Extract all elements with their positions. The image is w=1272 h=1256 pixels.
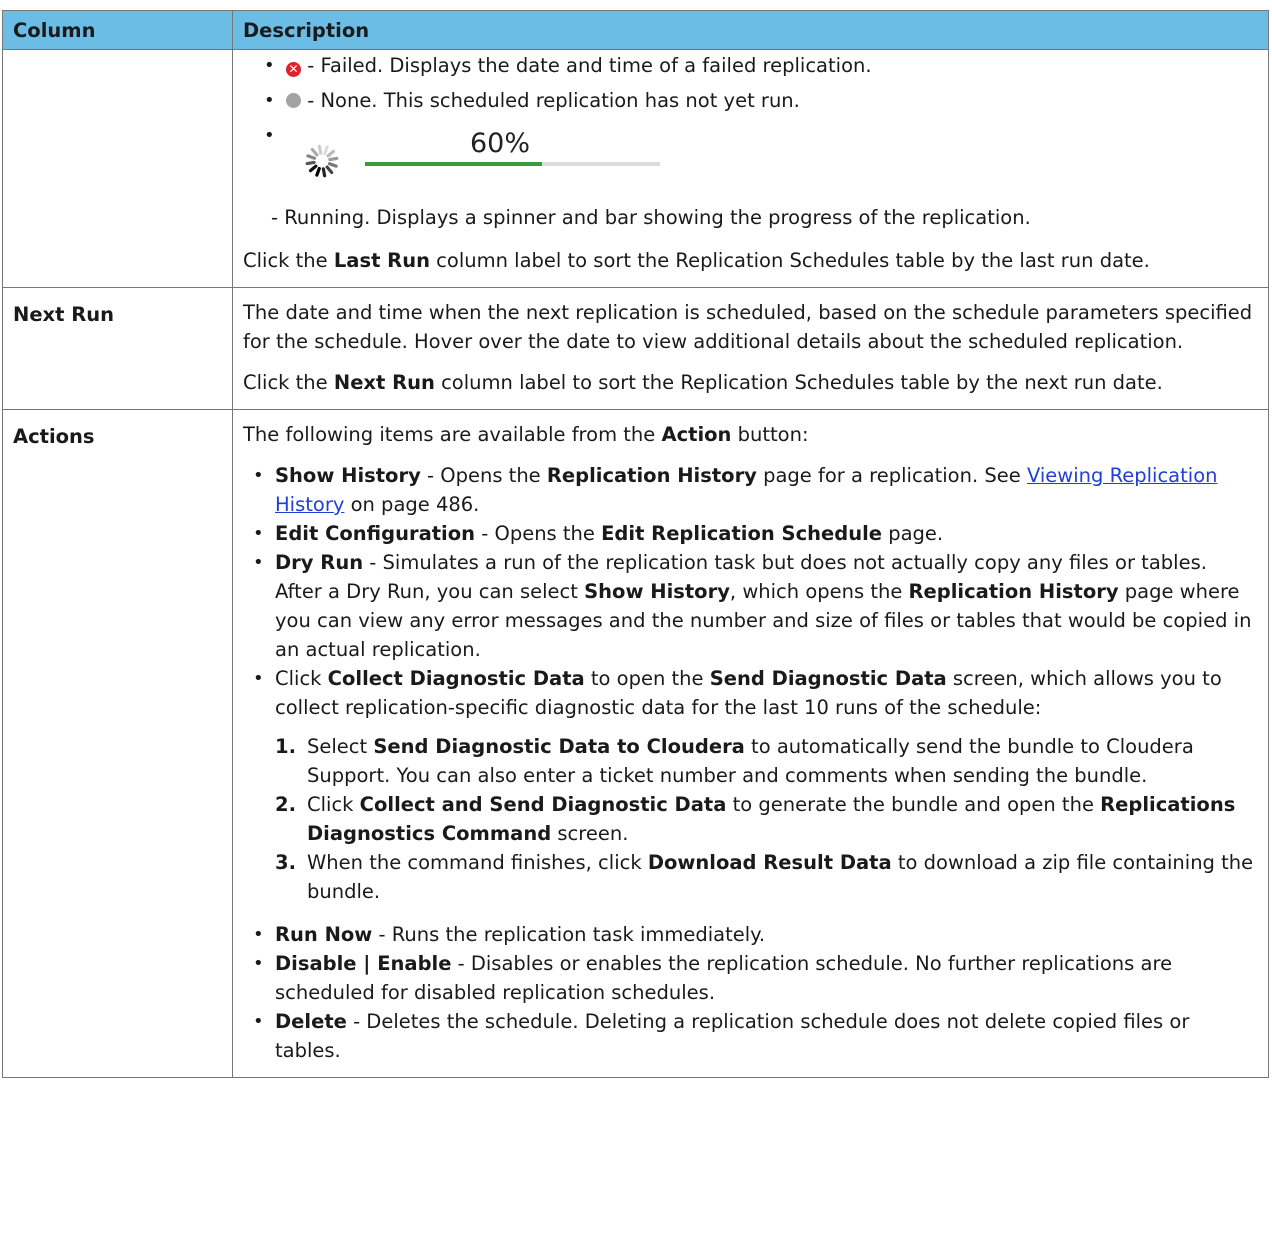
next-run-description: The date and time when the next replicat… xyxy=(243,301,1253,353)
list-item-collect-diagnostic-data: Click Collect Diagnostic Data to open th… xyxy=(253,664,1258,906)
last-run-description-cell: ✕ - Failed. Displays the date and time o… xyxy=(232,49,1269,288)
failed-status-icon: ✕ xyxy=(286,62,301,77)
next-run-sort-text: Click the Next Run column label to sort … xyxy=(243,371,1163,394)
last-run-sort-text: Click the Last Run column label to sort … xyxy=(243,249,1150,272)
status-list: ✕ - Failed. Displays the date and time o… xyxy=(243,50,1258,232)
actions-list: Show History - Opens the Replication His… xyxy=(243,461,1258,1065)
list-item-disable-enable: Disable | Enable - Disables or enables t… xyxy=(253,949,1258,1007)
table-row-next-run: Next Run The date and time when the next… xyxy=(2,287,1269,410)
list-item-edit-configuration: Edit Configuration - Opens the Edit Repl… xyxy=(253,519,1258,548)
table-row-last-run: ✕ - Failed. Displays the date and time o… xyxy=(2,49,1269,288)
doc-page: Column Description ✕ - Failed. Displays … xyxy=(0,0,1272,1256)
failed-text: - Failed. Displays the date and time of … xyxy=(307,54,872,77)
diagnostic-step-3: 3. When the command finishes, click Downl… xyxy=(275,851,1254,903)
progress-percent-label: 60% xyxy=(470,128,531,159)
next-run-description-cell: The date and time when the next replicat… xyxy=(232,287,1269,410)
list-item-show-history: Show History - Opens the Replication His… xyxy=(253,461,1258,519)
progress-bar-track xyxy=(365,162,660,166)
none-status-icon xyxy=(286,93,301,108)
actions-intro: The following items are available from t… xyxy=(243,423,809,446)
last-run-label-cell xyxy=(2,49,233,288)
diagnostic-step-2: 2. Click Collect and Send Diagnostic Data… xyxy=(275,793,1236,845)
column-header: Column xyxy=(2,10,233,50)
list-item-running: 60% - Running. Displays a spinner and ba… xyxy=(264,121,1258,232)
progress-bar-fill xyxy=(365,162,542,166)
actions-label: Actions xyxy=(2,409,233,1078)
table-row-actions: Actions The following items are availabl… xyxy=(2,409,1269,1078)
list-item-run-now: Run Now - Runs the replication task imme… xyxy=(253,920,1258,949)
actions-description-cell: The following items are available from t… xyxy=(232,409,1269,1078)
running-text: - Running. Displays a spinner and bar sh… xyxy=(271,206,1031,229)
none-text: - None. This scheduled replication has n… xyxy=(307,89,800,112)
running-progress-graphic: 60% xyxy=(286,121,1258,179)
next-run-label: Next Run xyxy=(2,287,233,410)
table-header-row: Column Description xyxy=(2,10,1269,50)
spinner-icon xyxy=(305,144,339,178)
diagnostic-step-1: 1. Select Send Diagnostic Data to Clouder… xyxy=(275,735,1194,787)
list-item-none: - None. This scheduled replication has n… xyxy=(264,86,1258,115)
list-item-failed: ✕ - Failed. Displays the date and time o… xyxy=(264,51,1258,80)
replication-columns-table: Column Description ✕ - Failed. Displays … xyxy=(2,10,1269,1078)
list-item-dry-run: Dry Run - Simulates a run of the replica… xyxy=(253,548,1258,664)
description-header: Description xyxy=(232,10,1269,50)
list-item-delete: Delete - Deletes the schedule. Deleting … xyxy=(253,1007,1258,1065)
diagnostic-steps-list: 1. Select Send Diagnostic Data to Clouder… xyxy=(275,732,1258,906)
